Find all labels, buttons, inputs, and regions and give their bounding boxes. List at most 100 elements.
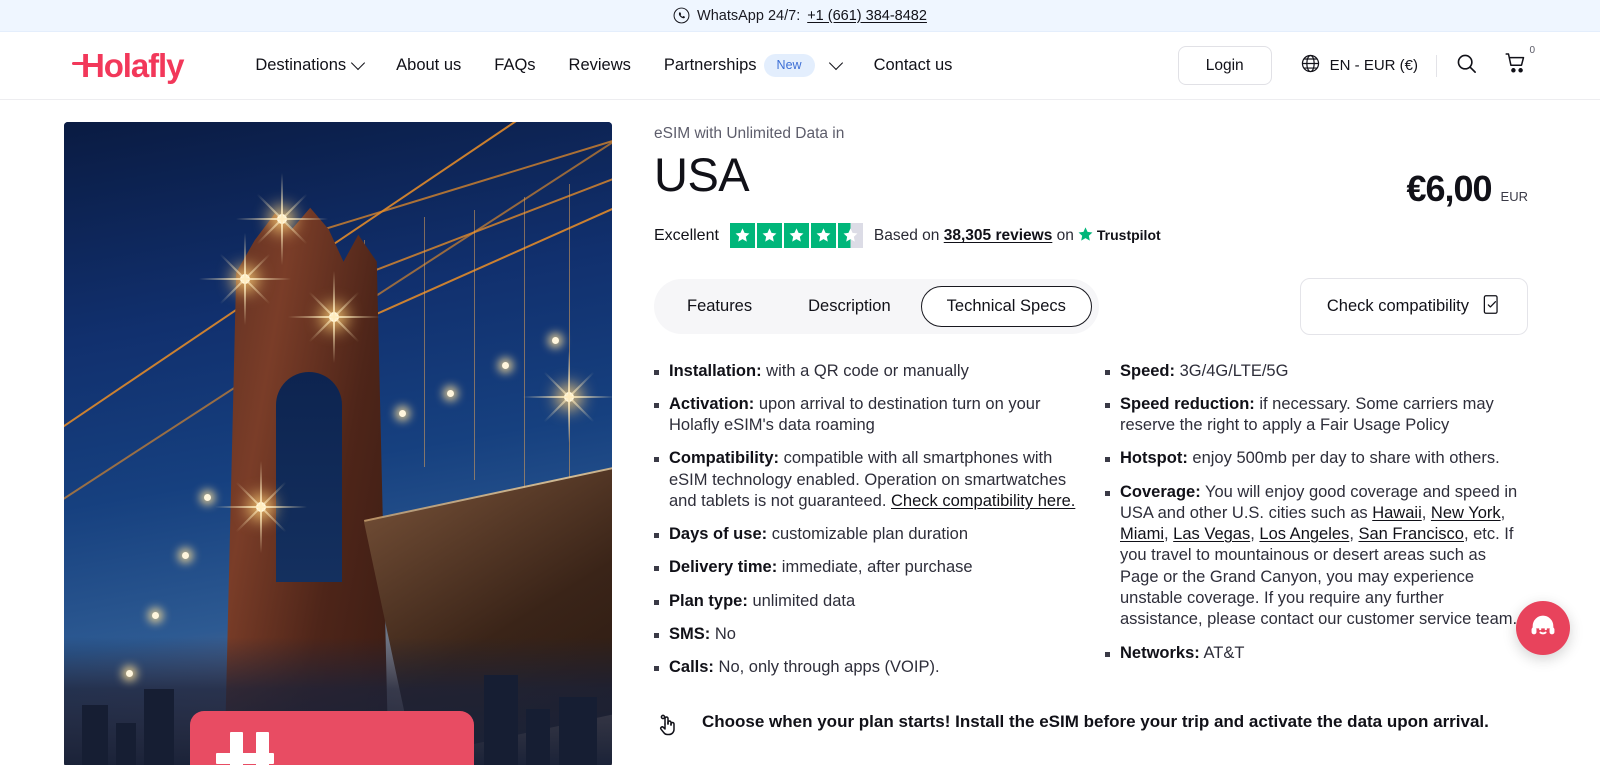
bullet-icon (654, 533, 659, 539)
spec-sms: SMS: No (654, 624, 1077, 645)
tab-technical-specs[interactable]: Technical Specs (920, 286, 1092, 327)
nav-item-about-us[interactable]: About us (396, 56, 461, 75)
login-button[interactable]: Login (1177, 45, 1272, 86)
spec-delivery-time: Delivery time: immediate, after purchase (654, 557, 1077, 578)
bridge-light (447, 390, 454, 397)
device-check-icon (1482, 294, 1501, 319)
whatsapp-phone-link[interactable]: +1 (661) 384-8482 (807, 8, 927, 24)
skyline-building (144, 689, 174, 765)
header-actions: Login EN - EUR (€) 0 (1177, 45, 1535, 86)
search-button[interactable] (1455, 52, 1478, 80)
light-flare (236, 193, 328, 245)
holafly-h-logo (216, 732, 274, 765)
nav-item-faqs[interactable]: FAQs (494, 56, 535, 75)
bullet-icon (1105, 369, 1110, 375)
bridge-tower-arch (276, 372, 342, 582)
city-link-san-francisco[interactable]: San Francisco (1358, 525, 1463, 543)
city-link-hawaii[interactable]: Hawaii (1372, 504, 1422, 522)
plan-start-note: Choose when your plan starts! Install th… (654, 711, 1528, 742)
bullet-icon (654, 666, 659, 672)
support-chat-button[interactable] (1516, 601, 1570, 655)
city-link-los-angeles[interactable]: Los Angeles (1259, 525, 1349, 543)
spec-value: AT&T (1199, 643, 1245, 662)
light-flare (288, 291, 380, 343)
nav-item-reviews[interactable]: Reviews (569, 56, 631, 75)
nav-item-partnerships[interactable]: Partnerships New (664, 54, 843, 77)
spec-compatibility: Compatibility: compatible with all smart… (654, 448, 1077, 512)
bridge-suspender (424, 217, 425, 467)
product-details: eSIM with Unlimited Data in USA €6,00 EU… (654, 122, 1528, 765)
city-link-new-york[interactable]: New York (1431, 504, 1501, 522)
reviews-count-link[interactable]: 38,305 reviews (944, 227, 1053, 244)
trustpilot-rating: Excellent Based on 38,305 reviews on Trus… (654, 223, 1528, 248)
review-summary: Based on 38,305 reviews on Trustpilot (874, 226, 1161, 245)
bridge-light (182, 552, 189, 559)
check-compatibility-link[interactable]: Check compatibility here. (891, 492, 1075, 510)
on-label: on (1056, 227, 1074, 244)
bridge-suspender (524, 197, 525, 497)
star-icon (783, 223, 809, 248)
logo-bar (72, 61, 84, 66)
plan-start-note-text: Choose when your plan starts! Install th… (702, 711, 1489, 731)
chevron-down-icon (351, 55, 366, 70)
star-half-icon (837, 223, 863, 248)
spec-plan-type: Plan type: unlimited data (654, 591, 1077, 612)
holafly-logo[interactable]: Holafly (72, 49, 184, 82)
cart-button[interactable]: 0 (1504, 45, 1535, 80)
bullet-icon (654, 369, 659, 375)
spec-speed: Speed: 3G/4G/LTE/5G (1105, 361, 1528, 382)
new-badge: New (763, 54, 815, 77)
bridge-light (502, 362, 509, 369)
bullet-icon (654, 457, 659, 463)
nav-item-destinations[interactable]: Destinations (255, 55, 366, 75)
spec-coverage: Coverage: You will enjoy good coverage a… (1105, 482, 1528, 631)
city-link-miami[interactable]: Miami (1120, 525, 1164, 543)
skyline-building (559, 697, 597, 765)
header-divider (1436, 54, 1437, 77)
nav-item-contact-us[interactable]: Contact us (874, 56, 953, 75)
spec-value: No (710, 625, 736, 644)
check-compatibility-label: Check compatibility (1326, 297, 1469, 315)
bullet-icon (654, 402, 659, 408)
spec-value: with a QR code or manually (761, 361, 969, 380)
spec-networks: Networks: AT&T (1105, 643, 1528, 664)
star-icon (810, 223, 836, 248)
spec-activation: Activation: upon arrival to destination … (654, 394, 1077, 437)
product-page-main: eSIM with Unlimited Data in USA €6,00 EU… (0, 100, 1600, 765)
spec-label: Activation: (669, 394, 755, 413)
bullet-icon (654, 566, 659, 572)
bullet-icon (654, 599, 659, 605)
rating-word: Excellent (654, 226, 719, 244)
nav-label: Destinations (255, 56, 347, 74)
bridge-light (552, 337, 559, 344)
tab-features[interactable]: Features (661, 286, 778, 327)
whatsapp-label: WhatsApp 24/7: (697, 7, 801, 24)
technical-specs-panel: Installation: with a QR code or manually… (654, 361, 1528, 691)
tabs-row: Features Description Technical Specs Che… (654, 278, 1528, 335)
bridge-light (126, 670, 133, 677)
skyline-building (526, 709, 550, 765)
bridge-suspender (569, 184, 570, 504)
price-currency: EUR (1500, 189, 1528, 204)
price-block: €6,00 EUR (1406, 150, 1528, 210)
nav-label: FAQs (494, 56, 536, 74)
cart-count-badge: 0 (1529, 45, 1535, 56)
specs-column-left: Installation: with a QR code or manually… (654, 361, 1077, 691)
title-and-price-row: USA €6,00 EUR (654, 150, 1528, 210)
page-title: USA (654, 148, 750, 201)
locale-selector[interactable]: EN - EUR (€) (1300, 53, 1418, 78)
nav-label: Contact us (873, 56, 953, 74)
check-compatibility-button[interactable]: Check compatibility (1299, 278, 1528, 335)
bullet-icon (1105, 457, 1110, 463)
spec-value: No, only through apps (VOIP). (713, 658, 940, 677)
spec-calls: Calls: No, only through apps (VOIP). (654, 657, 1077, 678)
spec-label: Hotspot: (1120, 449, 1188, 468)
bridge-light (152, 612, 159, 619)
bullet-icon (1105, 402, 1110, 408)
spec-hotspot: Hotspot: enjoy 500mb per day to share wi… (1105, 448, 1528, 469)
city-link-las-vegas[interactable]: Las Vegas (1173, 525, 1250, 543)
spec-speed-reduction: Speed reduction: if necessary. Some carr… (1105, 394, 1528, 437)
nav-label: About us (396, 56, 462, 74)
tab-description[interactable]: Description (782, 286, 917, 327)
chevron-down-icon (828, 55, 843, 70)
